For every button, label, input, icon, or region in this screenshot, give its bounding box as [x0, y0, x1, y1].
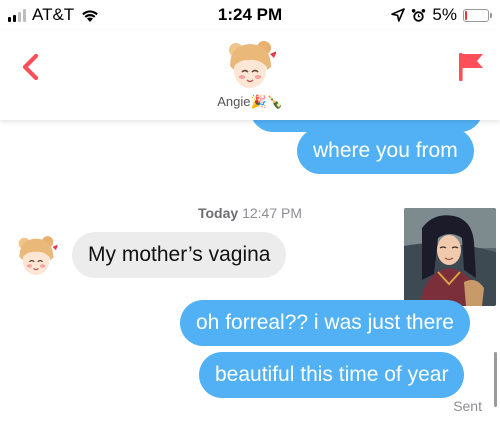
scrollbar[interactable] — [494, 352, 497, 407]
outgoing-message[interactable]: oh forreal?? i was just there — [180, 300, 470, 346]
illustration-image — [404, 208, 496, 306]
name-emojis: 🎉🍾 — [250, 94, 283, 109]
location-arrow-icon — [391, 8, 406, 22]
battery-percent: 5% — [432, 5, 457, 24]
battery-icon — [463, 8, 489, 22]
chevron-left-icon — [22, 53, 39, 81]
battery-cap — [490, 12, 492, 18]
avatar-drawing — [12, 232, 60, 280]
date-time: 12:47 PM — [242, 205, 303, 221]
report-button[interactable] — [456, 50, 486, 84]
message-list[interactable]: where you from Today 12:47 PM My mother’… — [0, 120, 500, 443]
contact-name: Angie — [217, 94, 251, 109]
status-bar: AT&T 1:24 PM 5% — [0, 0, 500, 30]
message-status: Sent — [453, 398, 482, 414]
contact-name-row[interactable]: Angie🎉🍾 — [0, 94, 500, 110]
back-button[interactable] — [14, 50, 48, 84]
incoming-message[interactable]: My mother’s vagina — [72, 232, 287, 278]
status-right: 5% — [391, 5, 492, 25]
contact-message-avatar[interactable] — [12, 232, 60, 280]
contact-avatar[interactable] — [221, 36, 279, 94]
outgoing-message[interactable]: beautiful this time of year — [199, 352, 465, 398]
photo-thumbnail[interactable] — [404, 208, 496, 306]
chat-screen: AT&T 1:24 PM 5% Angie🎉🍾 where you from T… — [0, 0, 500, 443]
flag-icon — [459, 53, 483, 81]
outgoing-message[interactable]: where you from — [297, 128, 474, 174]
chat-header: Angie🎉🍾 — [0, 30, 500, 120]
date-day: Today — [197, 205, 239, 221]
alarm-clock-icon — [412, 8, 426, 22]
avatar-drawing — [221, 36, 279, 94]
